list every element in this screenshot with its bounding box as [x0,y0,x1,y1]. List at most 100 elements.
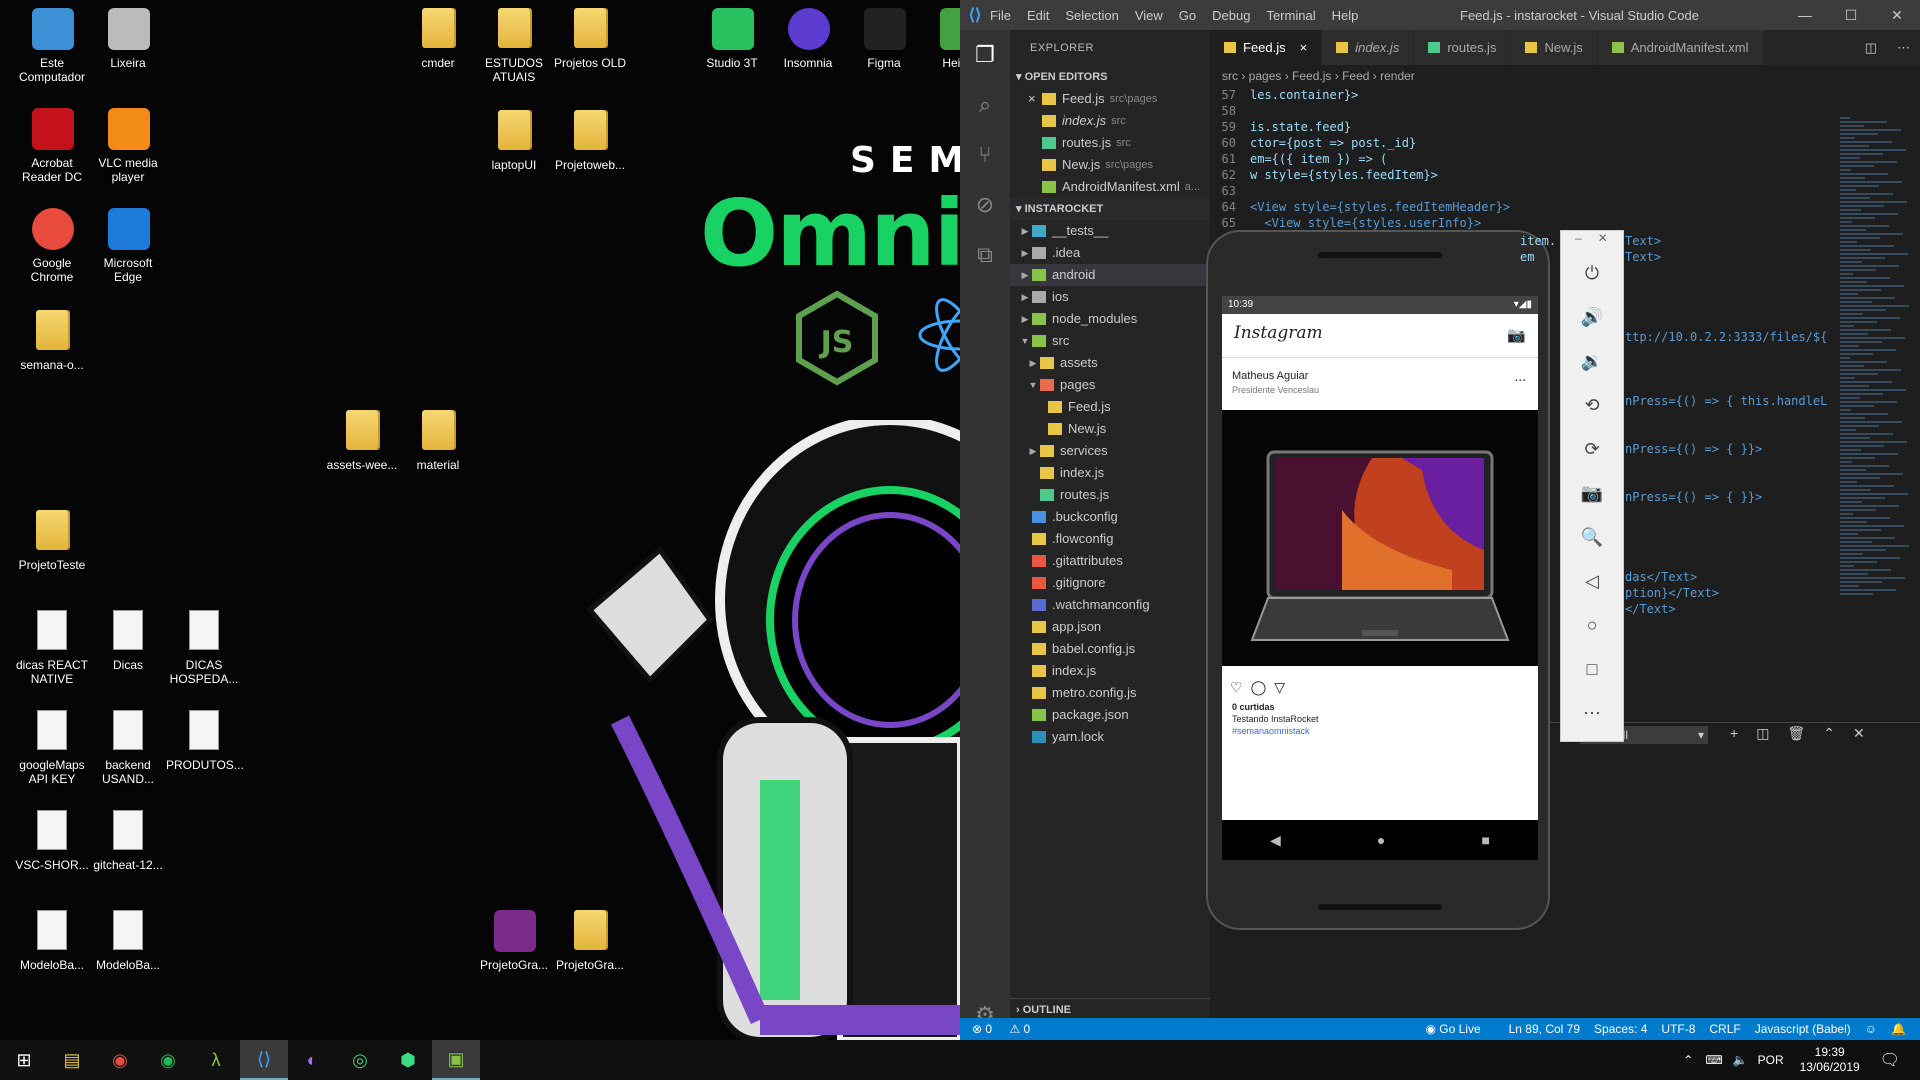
tree-item[interactable]: ▶ services [1010,440,1210,462]
volume-down-icon[interactable]: 🔉 [1561,339,1623,383]
overview-icon[interactable]: ■ [1481,832,1489,848]
split-editor-icon[interactable]: ◫ [1855,30,1887,65]
desktop-icon[interactable]: ModeloBa... [14,910,90,972]
desktop-icon[interactable]: Projetoweb... [552,110,628,172]
tree-item[interactable]: .gitignore [1010,572,1210,594]
breadcrumb-item[interactable]: Feed.js [1292,69,1331,83]
minimap[interactable] [1836,115,1920,675]
project-section[interactable]: ▾ INSTAROCKET [1010,198,1210,220]
desktop-icon[interactable]: Acrobat Reader DC [14,108,90,184]
tab-androidmanifest-xml[interactable]: AndroidManifest.xml [1597,30,1764,65]
language-indicator[interactable]: POR [1758,1053,1784,1067]
search-icon[interactable]: ⌕ [960,80,1010,130]
split-terminal-icon[interactable]: ◫ [1756,725,1769,742]
tree-item[interactable]: package.json [1010,704,1210,726]
open-editor-item[interactable]: routes.js src [1010,132,1210,154]
menu-file[interactable]: File [990,8,1011,23]
tree-item[interactable]: Feed.js [1010,396,1210,418]
desktop-icon[interactable]: ProjetoTeste [14,510,90,572]
emulator-icon[interactable]: ▣ [432,1040,480,1080]
breadcrumb-item[interactable]: render [1380,69,1415,83]
tree-item[interactable]: .buckconfig [1010,506,1210,528]
desktop-icon[interactable]: PRODUTOS... [166,710,244,772]
desktop-icon[interactable]: semana-o... [14,310,90,372]
desktop-icon[interactable]: backend USAND... [90,710,166,786]
desktop-icon[interactable]: Insomnia [770,8,846,70]
action-center-icon[interactable]: 🗨 [1880,1050,1900,1070]
desktop-icon[interactable]: Figma [846,8,922,70]
open-editors-section[interactable]: ▾ OPEN EDITORS [1010,66,1210,88]
tree-item[interactable]: ▶ ios [1010,286,1210,308]
tray-chevron-icon[interactable]: ⌃ [1683,1053,1693,1067]
tree-item[interactable]: index.js [1010,660,1210,682]
camera-icon[interactable]: 📷 [1507,326,1526,344]
clock[interactable]: 19:39 13/06/2019 [1800,1045,1860,1075]
home-icon[interactable]: ○ [1561,603,1623,647]
camera-icon[interactable]: 📷 [1561,471,1623,515]
more-icon[interactable]: ⋯ [1561,691,1623,735]
cmder-icon[interactable]: λ [192,1040,240,1080]
menu-go[interactable]: Go [1179,8,1196,23]
tab-new-js[interactable]: New.js [1511,30,1598,65]
eol[interactable]: CRLF [1709,1022,1740,1036]
desktop-icon[interactable]: ESTUDOS ATUAIS [476,8,552,84]
menu-edit[interactable]: Edit [1027,8,1049,23]
breadcrumb-item[interactable]: pages [1249,69,1282,83]
close-icon[interactable]: ✕ [1874,0,1920,30]
desktop-icon[interactable]: Microsoft Edge [90,208,166,284]
close-icon[interactable]: × [1028,88,1042,110]
problems-indicator[interactable]: ⊗ 0 ⚠ 0 [972,1022,1044,1036]
debug-icon[interactable]: ⊘ [960,180,1010,230]
tree-item[interactable]: ▶ node_modules [1010,308,1210,330]
volume-up-icon[interactable]: 🔊 [1561,295,1623,339]
add-terminal-icon[interactable]: + [1730,725,1738,742]
open-editor-item[interactable]: AndroidManifest.xml a... [1010,176,1210,198]
tree-item[interactable]: ▶ .idea [1010,242,1210,264]
open-editor-item[interactable]: × Feed.js src\pages [1010,88,1210,110]
volume-icon[interactable]: 🔈 [1733,1053,1748,1067]
breadcrumb-item[interactable]: src [1222,69,1238,83]
tree-item[interactable]: ▶ android [1010,264,1210,286]
explorer-icon[interactable]: ❐ [960,30,1010,80]
more-actions-icon[interactable]: ⋯ [1887,30,1920,65]
home-icon[interactable]: ● [1377,832,1385,848]
maximize-icon[interactable]: ☐ [1828,0,1874,30]
menu-selection[interactable]: Selection [1065,8,1118,23]
desktop-icon[interactable]: gitcheat-12... [90,810,166,872]
back-icon[interactable]: ◀ [1270,832,1281,849]
indentation[interactable]: Spaces: 4 [1594,1022,1647,1036]
rotate-right-icon[interactable]: ⟳ [1561,427,1623,471]
insomnia-icon[interactable]: ◐ [288,1040,336,1080]
power-icon[interactable]: ⏻ [1561,251,1623,295]
studio3t-icon[interactable]: ◎ [336,1040,384,1080]
desktop-icon[interactable]: material [400,410,476,472]
desktop-icon[interactable]: Projetos OLD [552,8,628,70]
rotate-left-icon[interactable]: ⟲ [1561,383,1623,427]
open-editor-item[interactable]: New.js src\pages [1010,154,1210,176]
tree-item[interactable]: ▶ assets [1010,352,1210,374]
tree-item[interactable]: .watchmanconfig [1010,594,1210,616]
vscode-icon[interactable]: ⟨⟩ [240,1040,288,1080]
zoom-icon[interactable]: 🔍 [1561,515,1623,559]
desktop-icon[interactable]: HeidiS [922,8,960,70]
desktop-icon[interactable]: ProjetoGra... [476,910,552,972]
tab-feed-js[interactable]: Feed.js × [1210,30,1323,65]
start-icon[interactable]: ⊞ [0,1040,48,1080]
cursor-position[interactable]: Ln 89, Col 79 [1509,1022,1580,1036]
desktop-icon[interactable]: assets-wee... [324,410,400,472]
tree-item[interactable]: .gitattributes [1010,550,1210,572]
outline-section[interactable]: › OUTLINE [1010,998,1210,1020]
tree-item[interactable]: ▼ src [1010,330,1210,352]
close-panel-icon[interactable]: ✕ [1853,725,1865,742]
desktop-icon[interactable]: Este Computador [14,8,90,84]
chrome-icon[interactable]: ◉ [96,1040,144,1080]
desktop-icon[interactable]: cmder [400,8,476,70]
tree-item[interactable]: babel.config.js [1010,638,1210,660]
breadcrumb-item[interactable]: Feed [1342,69,1369,83]
desktop-icon[interactable]: dicas REACT NATIVE [14,610,90,686]
tree-item[interactable]: ▼ pages [1010,374,1210,396]
desktop-icon[interactable]: laptopUI [476,110,552,172]
back-icon[interactable]: ◁ [1561,559,1623,603]
overview-icon[interactable]: □ [1561,647,1623,691]
options-icon[interactable]: ... [1514,368,1526,384]
